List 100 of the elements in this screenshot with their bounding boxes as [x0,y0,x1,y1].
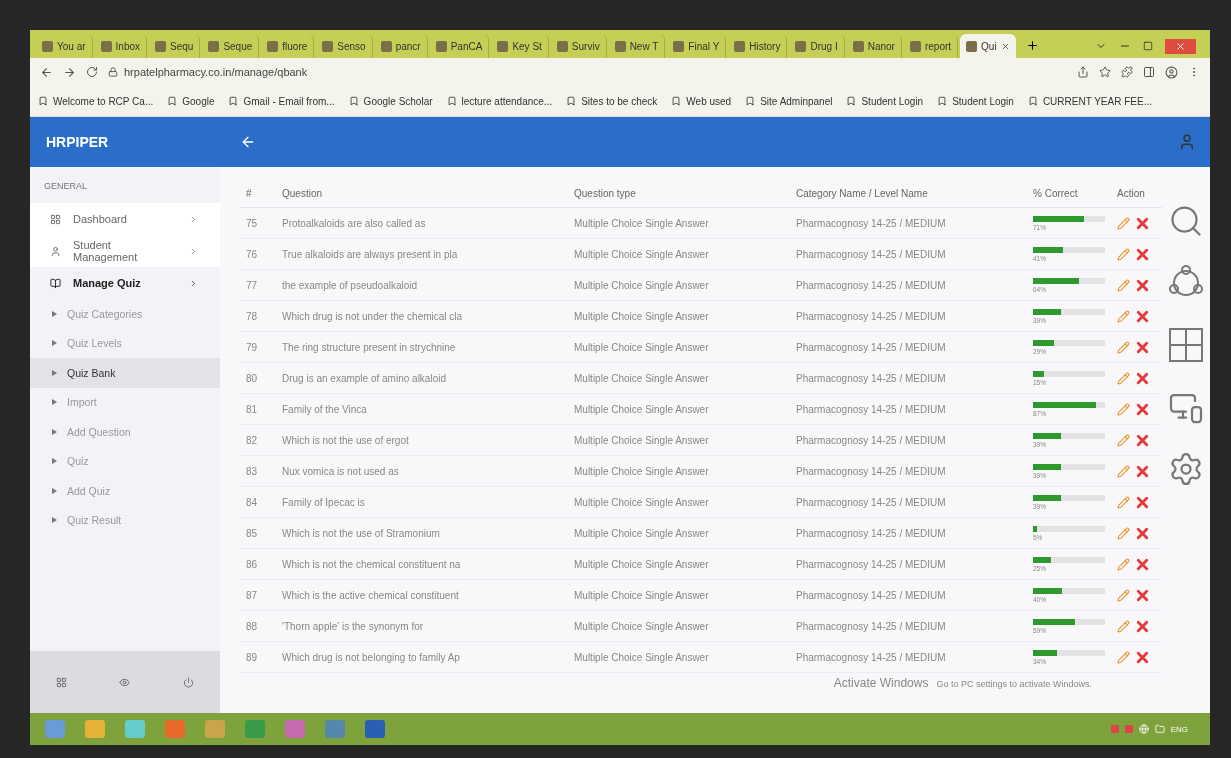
question-cell: Family of Ipecac is [276,487,568,518]
favicon-icon [322,40,334,52]
category-cell: Pharmacognosy 14-25 / MEDIUM [790,239,1027,270]
maximize-icon[interactable] [1143,41,1153,51]
question-cell: Which is not the chemical constituent na [276,549,568,580]
question-cell: the example of pseudoalkaloid [276,270,568,301]
edit-button[interactable] [1117,278,1130,292]
edit-button[interactable] [1117,340,1130,354]
edit-button[interactable] [1117,526,1130,540]
edit-button[interactable] [1117,309,1130,323]
row-number: 88 [240,611,276,642]
reload-icon[interactable] [86,66,98,78]
type-cell: Multiple Choice Single Answer [568,642,790,673]
nav-item[interactable]: Manage Quiz [30,267,220,299]
favicon-icon [852,40,864,52]
bookmark-link[interactable]: Welcome to RCP Ca... [38,95,154,107]
profile-icon[interactable] [1165,65,1178,79]
bookmark-link[interactable]: Gmail - Email from... [228,95,335,107]
bookmark-icon [566,96,577,106]
row-number: 81 [240,394,276,425]
bookmark-link[interactable]: Google [167,95,215,107]
bookmark-link[interactable]: CURRENT YEAR FEE... [1027,95,1152,107]
bookmark-icon [167,96,178,106]
question-cell: Which is not the use of Stramonium [276,518,568,549]
row-number: 79 [240,332,276,363]
row-number: 89 [240,642,276,673]
back-icon[interactable] [40,65,53,79]
edit-button[interactable] [1117,650,1130,664]
bookmark-link[interactable]: Web used [671,95,732,107]
edit-button[interactable] [1117,588,1130,602]
favicon-icon [380,40,392,52]
eye-icon[interactable] [119,676,131,688]
category-cell: Pharmacognosy 14-25 / MEDIUM [790,301,1027,332]
panel-icon[interactable] [1143,66,1155,78]
browser-tab[interactable]: Qui [960,34,1016,58]
favicon-icon [100,40,112,52]
avatar-icon[interactable] [1178,133,1196,151]
question-cell: True alkaloids are always present in pla [276,239,568,270]
category-cell: Pharmacognosy 14-25 / MEDIUM [790,580,1027,611]
row-number: 82 [240,425,276,456]
share-icon[interactable] [1077,66,1089,78]
search-icon[interactable] [1168,203,1204,239]
category-cell: Pharmacognosy 14-25 / MEDIUM [790,363,1027,394]
bullet-icon [52,428,57,435]
power-icon[interactable] [182,676,194,688]
question-cell: Which is the active chemical constituent [276,580,568,611]
network-icon[interactable] [1138,724,1149,734]
edit-button[interactable] [1117,247,1130,261]
favicon-icon [556,40,568,52]
nav-item[interactable]: Dashboard [30,203,220,235]
bookmark-icon [38,96,48,106]
category-cell: Pharmacognosy 14-25 / MEDIUM [790,208,1027,239]
bookmark-link[interactable]: Sites to be check [566,95,658,107]
bookmark-link[interactable]: Student Login [846,95,924,107]
edit-button[interactable] [1117,216,1130,230]
question-cell: Nux vomica is not used as [276,456,568,487]
edit-button[interactable] [1117,619,1130,633]
edit-button[interactable] [1117,464,1130,478]
edit-button[interactable] [1117,402,1130,416]
edit-button[interactable] [1117,557,1130,571]
favicon-icon [42,40,53,52]
windows-logo-icon[interactable] [1168,327,1204,363]
favicon-icon [909,40,921,52]
type-cell: Multiple Choice Single Answer [568,487,790,518]
star-icon[interactable] [1099,66,1111,78]
nav-item[interactable]: Student Management [30,235,220,267]
bookmark-link[interactable]: Google Scholar [348,95,433,107]
grid-icon[interactable] [56,676,68,688]
puzzle-icon[interactable] [1121,66,1133,78]
category-cell: Pharmacognosy 14-25 / MEDIUM [790,394,1027,425]
bookmark-icon [348,96,359,106]
close-button[interactable] [1165,38,1196,54]
category-cell: Pharmacognosy 14-25 / MEDIUM [790,456,1027,487]
close-icon[interactable] [1000,41,1010,51]
folder-icon[interactable] [1154,724,1165,734]
bullet-icon [52,340,57,347]
close-icon [1175,40,1186,52]
nav-icon [50,213,61,225]
type-cell: Multiple Choice Single Answer [568,208,790,239]
bookmark-link[interactable]: lecture attendance... [446,95,553,107]
bookmark-link[interactable]: Student Login [937,95,1014,107]
favicon-icon [497,40,509,52]
category-cell: Pharmacognosy 14-25 / MEDIUM [790,425,1027,456]
edit-button[interactable] [1117,495,1130,509]
back-icon[interactable] [240,134,256,150]
type-cell: Multiple Choice Single Answer [568,611,790,642]
new-tab-icon[interactable] [1025,39,1039,52]
bookmark-icon [1027,96,1038,106]
favicon-icon [435,40,447,52]
edit-button[interactable] [1117,371,1130,385]
forward-icon[interactable] [63,65,76,79]
bookmark-link[interactable]: Site Adminpanel [745,95,833,107]
column-header: Category Name / Level Name [790,179,1027,208]
settings-icon[interactable] [1168,451,1204,487]
row-number: 77 [240,270,276,301]
edit-button[interactable] [1117,433,1130,447]
category-cell: Pharmacognosy 14-25 / MEDIUM [790,332,1027,363]
url-text[interactable]: hrpatelpharmacy.co.in/manage/qbank [124,66,308,78]
nav-icon [50,277,61,289]
nav-subitem[interactable]: Quiz Bank [30,358,220,388]
